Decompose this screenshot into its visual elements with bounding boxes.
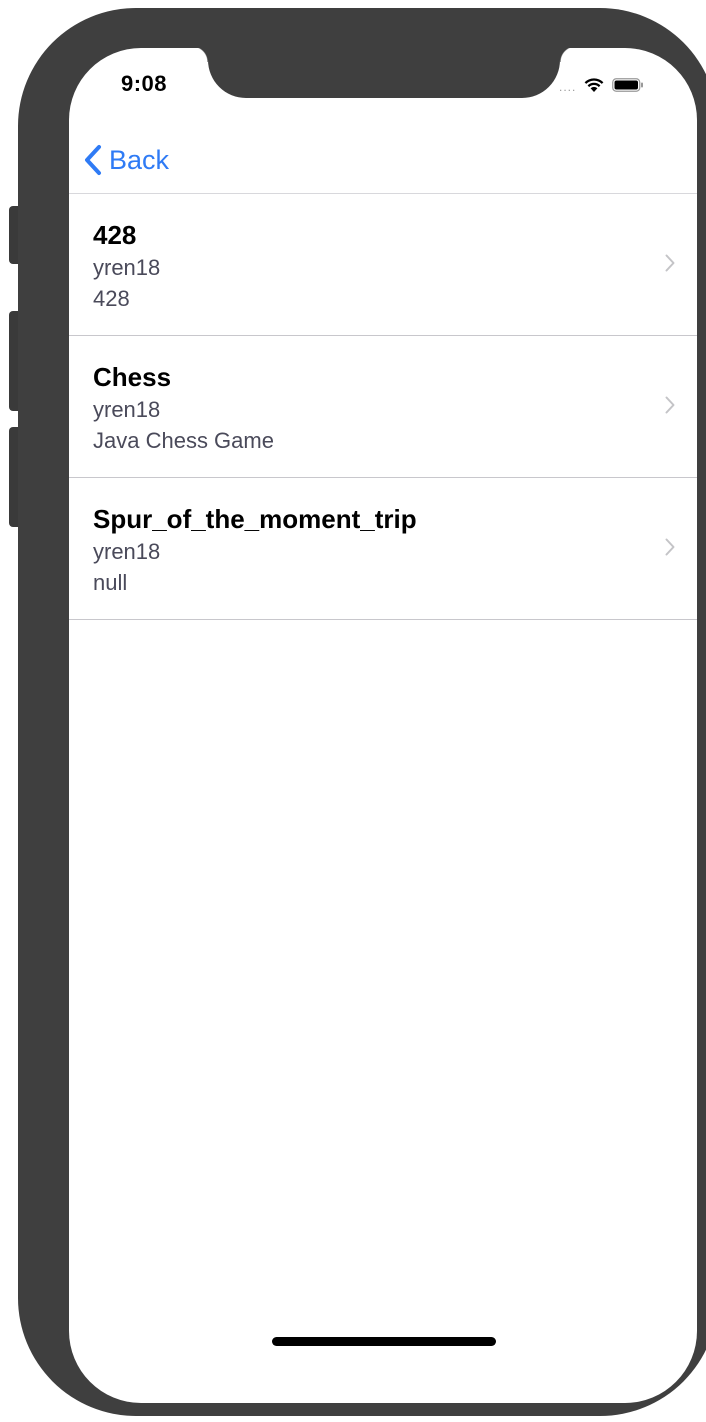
status-indicators: ....: [559, 74, 644, 96]
list-item[interactable]: Chess yren18 Java Chess Game: [69, 336, 697, 478]
repo-description: Java Chess Game: [93, 428, 274, 453]
chevron-left-icon: [85, 145, 101, 175]
chevron-right-icon: [665, 396, 675, 414]
list-item[interactable]: 428 yren18 428: [69, 194, 697, 336]
repo-owner: yren18: [93, 397, 161, 422]
home-indicator[interactable]: [272, 1337, 496, 1346]
device-frame: 9:08 .... Back 428 yren18 428 Chess yren…: [18, 8, 706, 1416]
repo-description: 428: [93, 286, 130, 311]
wifi-icon: [584, 78, 604, 92]
list-item[interactable]: Spur_of_the_moment_trip yren18 null: [69, 478, 697, 620]
navigation-bar: Back: [69, 136, 697, 194]
signal-icon: ....: [559, 80, 577, 94]
chevron-right-icon: [665, 254, 675, 272]
repo-title: 428: [93, 220, 137, 250]
repo-title: Spur_of_the_moment_trip: [93, 504, 417, 534]
status-time: 9:08: [121, 71, 168, 96]
device-notch: [192, 48, 576, 98]
repo-owner: yren18: [93, 255, 161, 280]
back-button[interactable]: Back: [83, 142, 169, 178]
device-screen: 9:08 .... Back 428 yren18 428 Chess yren…: [69, 48, 697, 1403]
simulator-stage: 9:08 .... Back 428 yren18 428 Chess yren…: [0, 0, 706, 1422]
repo-description: null: [93, 570, 128, 595]
back-label: Back: [109, 144, 170, 175]
repo-owner: yren18: [93, 539, 161, 564]
chevron-right-icon: [665, 538, 675, 556]
repo-title: Chess: [93, 362, 172, 392]
battery-icon: [612, 78, 644, 92]
repository-list: 428 yren18 428 Chess yren18 Java Chess G…: [69, 194, 697, 620]
